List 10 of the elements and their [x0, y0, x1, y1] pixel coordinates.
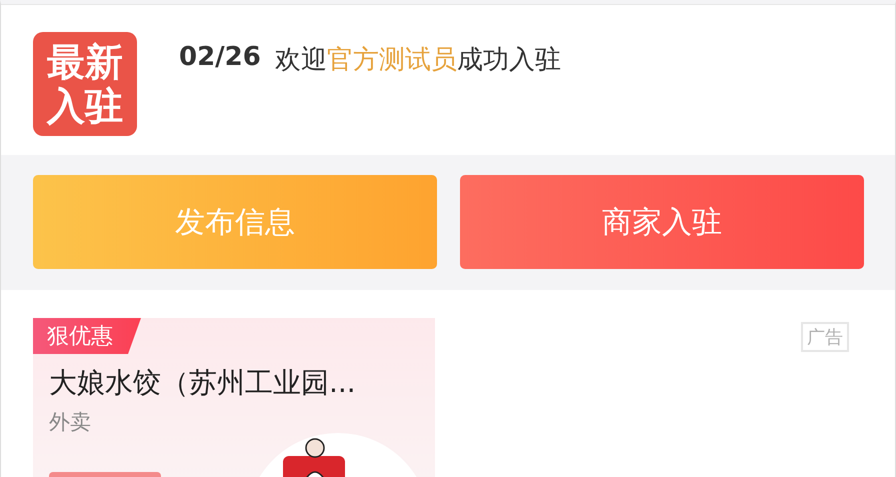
ad-label: 广告: [801, 322, 849, 352]
promo-subtitle: 外卖: [49, 409, 92, 436]
notice-date: 02/26: [179, 42, 261, 74]
promo-tag: 狠优惠: [33, 318, 141, 354]
notice-message: 欢迎官方测试员成功入驻: [274, 44, 561, 77]
new-arrival-badge: 最新 入驻: [33, 32, 137, 136]
promo-title: 大娘水饺（苏州工业园...: [49, 365, 357, 401]
action-button[interactable]: 商家入驻: [460, 175, 864, 269]
promo-card[interactable]: 狠优惠 大娘水饺（苏州工业园... 外卖: [33, 318, 435, 477]
action-button[interactable]: 发布信息: [33, 175, 437, 269]
